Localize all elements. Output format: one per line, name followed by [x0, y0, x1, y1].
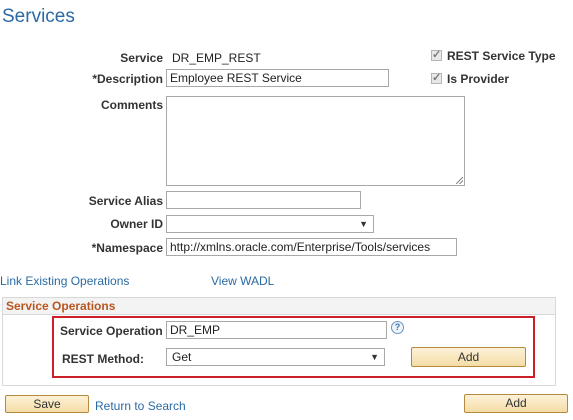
checkmark-icon: ✓: [432, 72, 442, 84]
description-label: *Description: [92, 72, 163, 86]
description-field[interactable]: Employee REST Service: [166, 69, 389, 87]
service-alias-label: Service Alias: [88, 194, 163, 208]
rest-method-select[interactable]: Get ▼: [166, 348, 385, 366]
add-button[interactable]: Add: [464, 394, 568, 413]
is-provider-checkbox[interactable]: ✓: [431, 72, 442, 84]
dropdown-arrow-icon: ▼: [370, 352, 379, 362]
return-to-search-link[interactable]: Return to Search: [95, 399, 186, 413]
rest-service-type-label: REST Service Type: [447, 49, 556, 63]
rest-service-type-checkbox[interactable]: ✓: [431, 49, 442, 61]
owner-id-label: Owner ID: [110, 217, 163, 231]
service-operation-field[interactable]: DR_EMP: [166, 321, 387, 339]
view-wadl-link[interactable]: View WADL: [211, 274, 274, 288]
namespace-label: *Namespace: [91, 241, 163, 255]
rest-method-value: Get: [172, 350, 192, 364]
save-button[interactable]: Save: [5, 395, 89, 413]
add-operation-button[interactable]: Add: [411, 347, 526, 367]
dropdown-arrow-icon: ▼: [359, 219, 368, 229]
help-icon[interactable]: ?: [391, 321, 404, 334]
service-label: Service: [120, 51, 163, 65]
comments-label: Comments: [100, 98, 163, 112]
is-provider-label: Is Provider: [447, 72, 510, 86]
resize-grip-icon[interactable]: [456, 177, 463, 184]
service-alias-field[interactable]: [166, 191, 361, 209]
page-title: Services: [2, 6, 75, 27]
service-operation-label: Service Operation: [60, 324, 163, 338]
link-existing-operations-link[interactable]: Link Existing Operations: [0, 274, 129, 288]
service-operations-title: Service Operations: [6, 299, 116, 313]
checkmark-icon: ✓: [432, 49, 442, 61]
namespace-field[interactable]: http://xmlns.oracle.com/Enterprise/Tools…: [166, 238, 457, 256]
service-value: DR_EMP_REST: [172, 51, 261, 65]
comments-textarea[interactable]: [166, 96, 465, 186]
rest-method-label: REST Method:: [62, 352, 144, 366]
owner-id-select[interactable]: ▼: [166, 215, 374, 233]
